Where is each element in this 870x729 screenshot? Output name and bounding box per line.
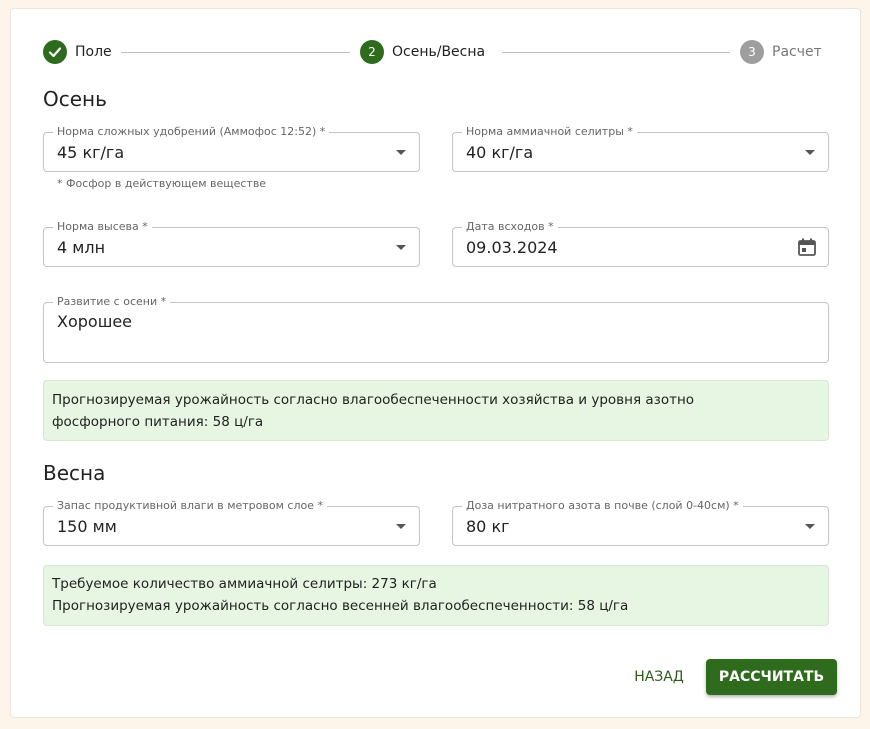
autumn-forecast-alert: Прогнозируемая урожайность согласно влаг… [43,380,829,441]
step-connector [502,52,730,53]
field-label: Дата всходов * [462,220,558,234]
field-value: Хорошее [57,312,133,331]
helper-text: * Фосфор в действующем веществе [57,177,267,190]
step-number: 3 [740,40,764,64]
section-title-autumn: Осень [43,87,107,111]
field-value: 4 млн [57,238,106,257]
step-connector [121,52,350,53]
step-number: 2 [360,40,384,64]
caret-down-icon [396,150,406,155]
emergence-date-input[interactable]: Дата всходов * 09.03.2024 [452,220,829,267]
step-field: Поле [43,40,112,64]
field-value: 09.03.2024 [466,238,558,257]
step-autumn-spring: 2 Осень/Весна [360,40,485,64]
field-label: Доза нитратного азота в почве (слой 0-40… [462,499,743,513]
autumn-development-field[interactable]: Развитие с осени * Хорошее [43,295,829,363]
step-calculation: 3 Расчет [740,40,822,64]
seeding-rate-select[interactable]: Норма высева * 4 млн [43,220,420,267]
caret-down-icon [396,245,406,250]
step-label: Расчет [772,44,822,60]
field-value: 150 мм [57,517,117,536]
calendar-icon[interactable] [797,237,817,257]
field-value: 40 кг/га [466,143,534,162]
step-label: Поле [75,44,112,60]
spring-result-alert: Требуемое количество аммиачной селитры: … [43,565,829,626]
alert-line: Прогнозируемая урожайность согласно весе… [52,598,629,614]
back-button[interactable]: НАЗАД [627,659,691,695]
field-label: Запас продуктивной влаги в метровом слое… [53,499,327,513]
step-label: Осень/Весна [392,44,486,60]
complex-fertilizer-select[interactable]: Норма сложных удобрений (Аммофос 12:52) … [43,125,420,172]
caret-down-icon [396,524,406,529]
nitrate-nitrogen-select[interactable]: Доза нитратного азота в почве (слой 0-40… [452,499,829,546]
alert-line: Прогнозируемая урожайность согласно влаг… [52,392,695,408]
field-value: 80 кг [466,517,510,536]
caret-down-icon [805,524,815,529]
field-label: Норма высева * [53,220,152,234]
alert-line: фосфорного питания: 58 ц/га [52,414,264,430]
check-icon [43,40,67,64]
caret-down-icon [805,150,815,155]
field-label: Норма аммиачной селитры * [462,125,637,139]
field-label: Развитие с осени * [53,295,171,309]
alert-line: Требуемое количество аммиачной селитры: … [52,576,437,592]
ammonium-nitrate-select[interactable]: Норма аммиачной селитры * 40 кг/га [452,125,829,172]
section-title-spring: Весна [43,461,106,485]
calculate-button[interactable]: РАССЧИТАТЬ [706,659,837,695]
field-label: Норма сложных удобрений (Аммофос 12:52) … [53,125,330,139]
soil-moisture-select[interactable]: Запас продуктивной влаги в метровом слое… [43,499,420,546]
field-value: 45 кг/га [57,143,125,162]
